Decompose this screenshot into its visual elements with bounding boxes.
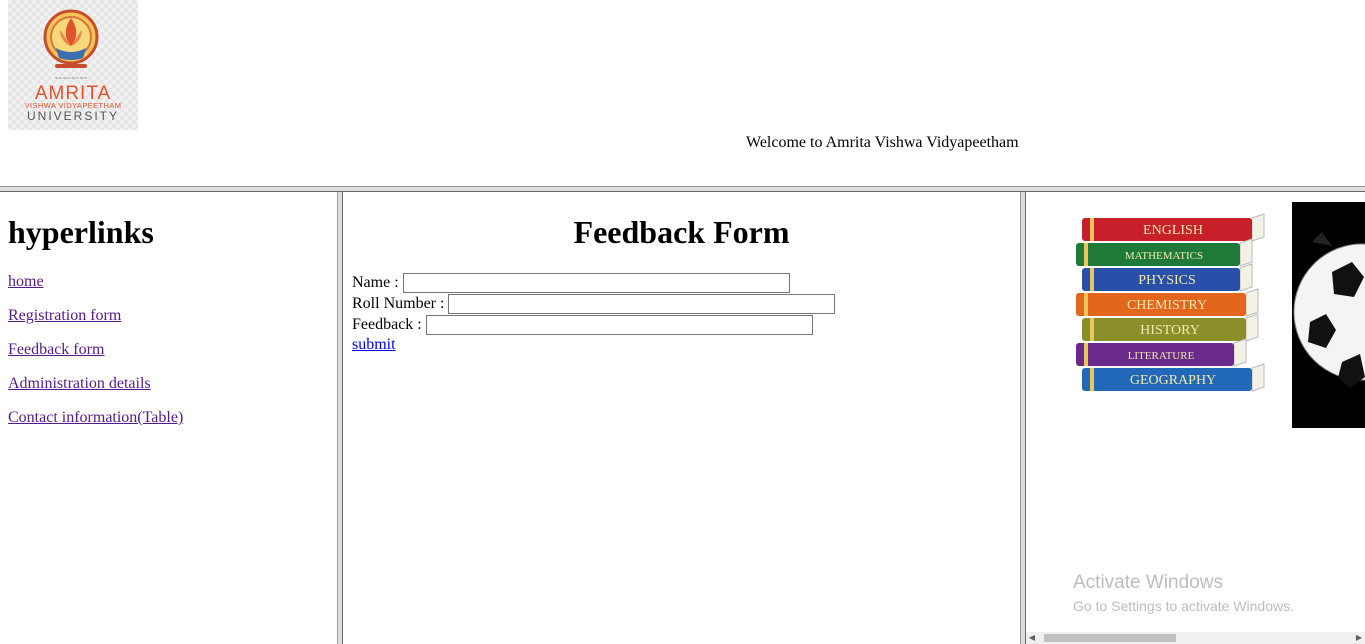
logo-university-text: UNIVERSITY (26, 109, 119, 123)
amrita-university-logo: ~~~~~~~~ AMRITA VISHWA VIDYAPEETHAM UNIV… (8, 0, 138, 130)
book-spine: PHYSICS (1082, 263, 1253, 292)
book-spine-label: LITERATURE (1128, 350, 1195, 362)
sidebar-link-feedback-form[interactable]: Feedback form (8, 341, 104, 359)
activate-windows-subtitle: Go to Settings to activate Windows. (1073, 598, 1294, 614)
feedback-row: Feedback : (352, 315, 813, 335)
logo-emblem-icon: ~~~~~~~~ (43, 9, 99, 82)
activate-windows-title: Activate Windows (1073, 572, 1223, 593)
stacked-books-image: ENGLISH MATHEMATICS PHYSICS CHEMISTRY HISTOR… (1076, 213, 1265, 392)
feedback-label: Feedback : (352, 316, 422, 333)
scrollbar-thumb[interactable] (1044, 634, 1176, 642)
book-spine-label: MATHEMATICS (1125, 250, 1203, 262)
book-spine: MATHEMATICS (1076, 238, 1253, 267)
feedback-input[interactable] (425, 315, 813, 335)
roll-number-label: Roll Number : (352, 295, 445, 312)
book-spine: CHEMISTRY (1076, 288, 1259, 317)
book-spine: LITERATURE (1076, 338, 1247, 367)
name-input[interactable] (402, 273, 790, 293)
sidebar-link-contact-information[interactable]: Contact information(Table) (8, 409, 183, 427)
soccer-ball-image (1292, 202, 1365, 428)
book-spine: GEOGRAPHY (1082, 363, 1265, 392)
header-frame: ~~~~~~~~ AMRITA VISHWA VIDYAPEETHAM UNIV… (0, 0, 1365, 186)
book-spine-label: GEOGRAPHY (1130, 373, 1216, 388)
book-spine: HISTORY (1082, 313, 1259, 342)
book-spine: ENGLISH (1082, 213, 1265, 242)
scroll-right-icon[interactable]: ▶ (1353, 632, 1365, 644)
main-frame: Feedback Form Name : Roll Number : Feedb… (343, 192, 1020, 644)
book-spine-label: CHEMISTRY (1127, 298, 1207, 313)
welcome-text: Welcome to Amrita Vishwa Vidyapeetham (746, 134, 1019, 151)
horizontal-scrollbar[interactable]: ◀ ▶ (1026, 632, 1365, 644)
sidebar-frame: hyperlinks home Registration form Feedba… (0, 192, 337, 644)
book-spine-label: HISTORY (1140, 323, 1200, 338)
roll-number-input[interactable] (448, 294, 836, 314)
form-title: Feedback Form (573, 214, 790, 250)
submit-link[interactable]: submit (352, 336, 396, 354)
svg-text:~~~~~~~~: ~~~~~~~~ (54, 76, 88, 82)
sidebar-link-registration-form[interactable]: Registration form (8, 307, 121, 325)
sidebar-link-administration-details[interactable]: Administration details (8, 375, 151, 393)
name-row: Name : (352, 273, 790, 293)
name-label: Name : (352, 274, 399, 291)
sidebar-heading: hyperlinks (8, 214, 154, 250)
image-frame: ENGLISH MATHEMATICS PHYSICS CHEMISTRY HISTOR… (1026, 192, 1365, 644)
book-spine-label: ENGLISH (1143, 223, 1203, 238)
book-spine-label: PHYSICS (1138, 273, 1196, 288)
scroll-left-icon[interactable]: ◀ (1026, 632, 1038, 644)
roll-number-row: Roll Number : (352, 294, 836, 314)
sidebar-link-home[interactable]: home (8, 273, 44, 291)
